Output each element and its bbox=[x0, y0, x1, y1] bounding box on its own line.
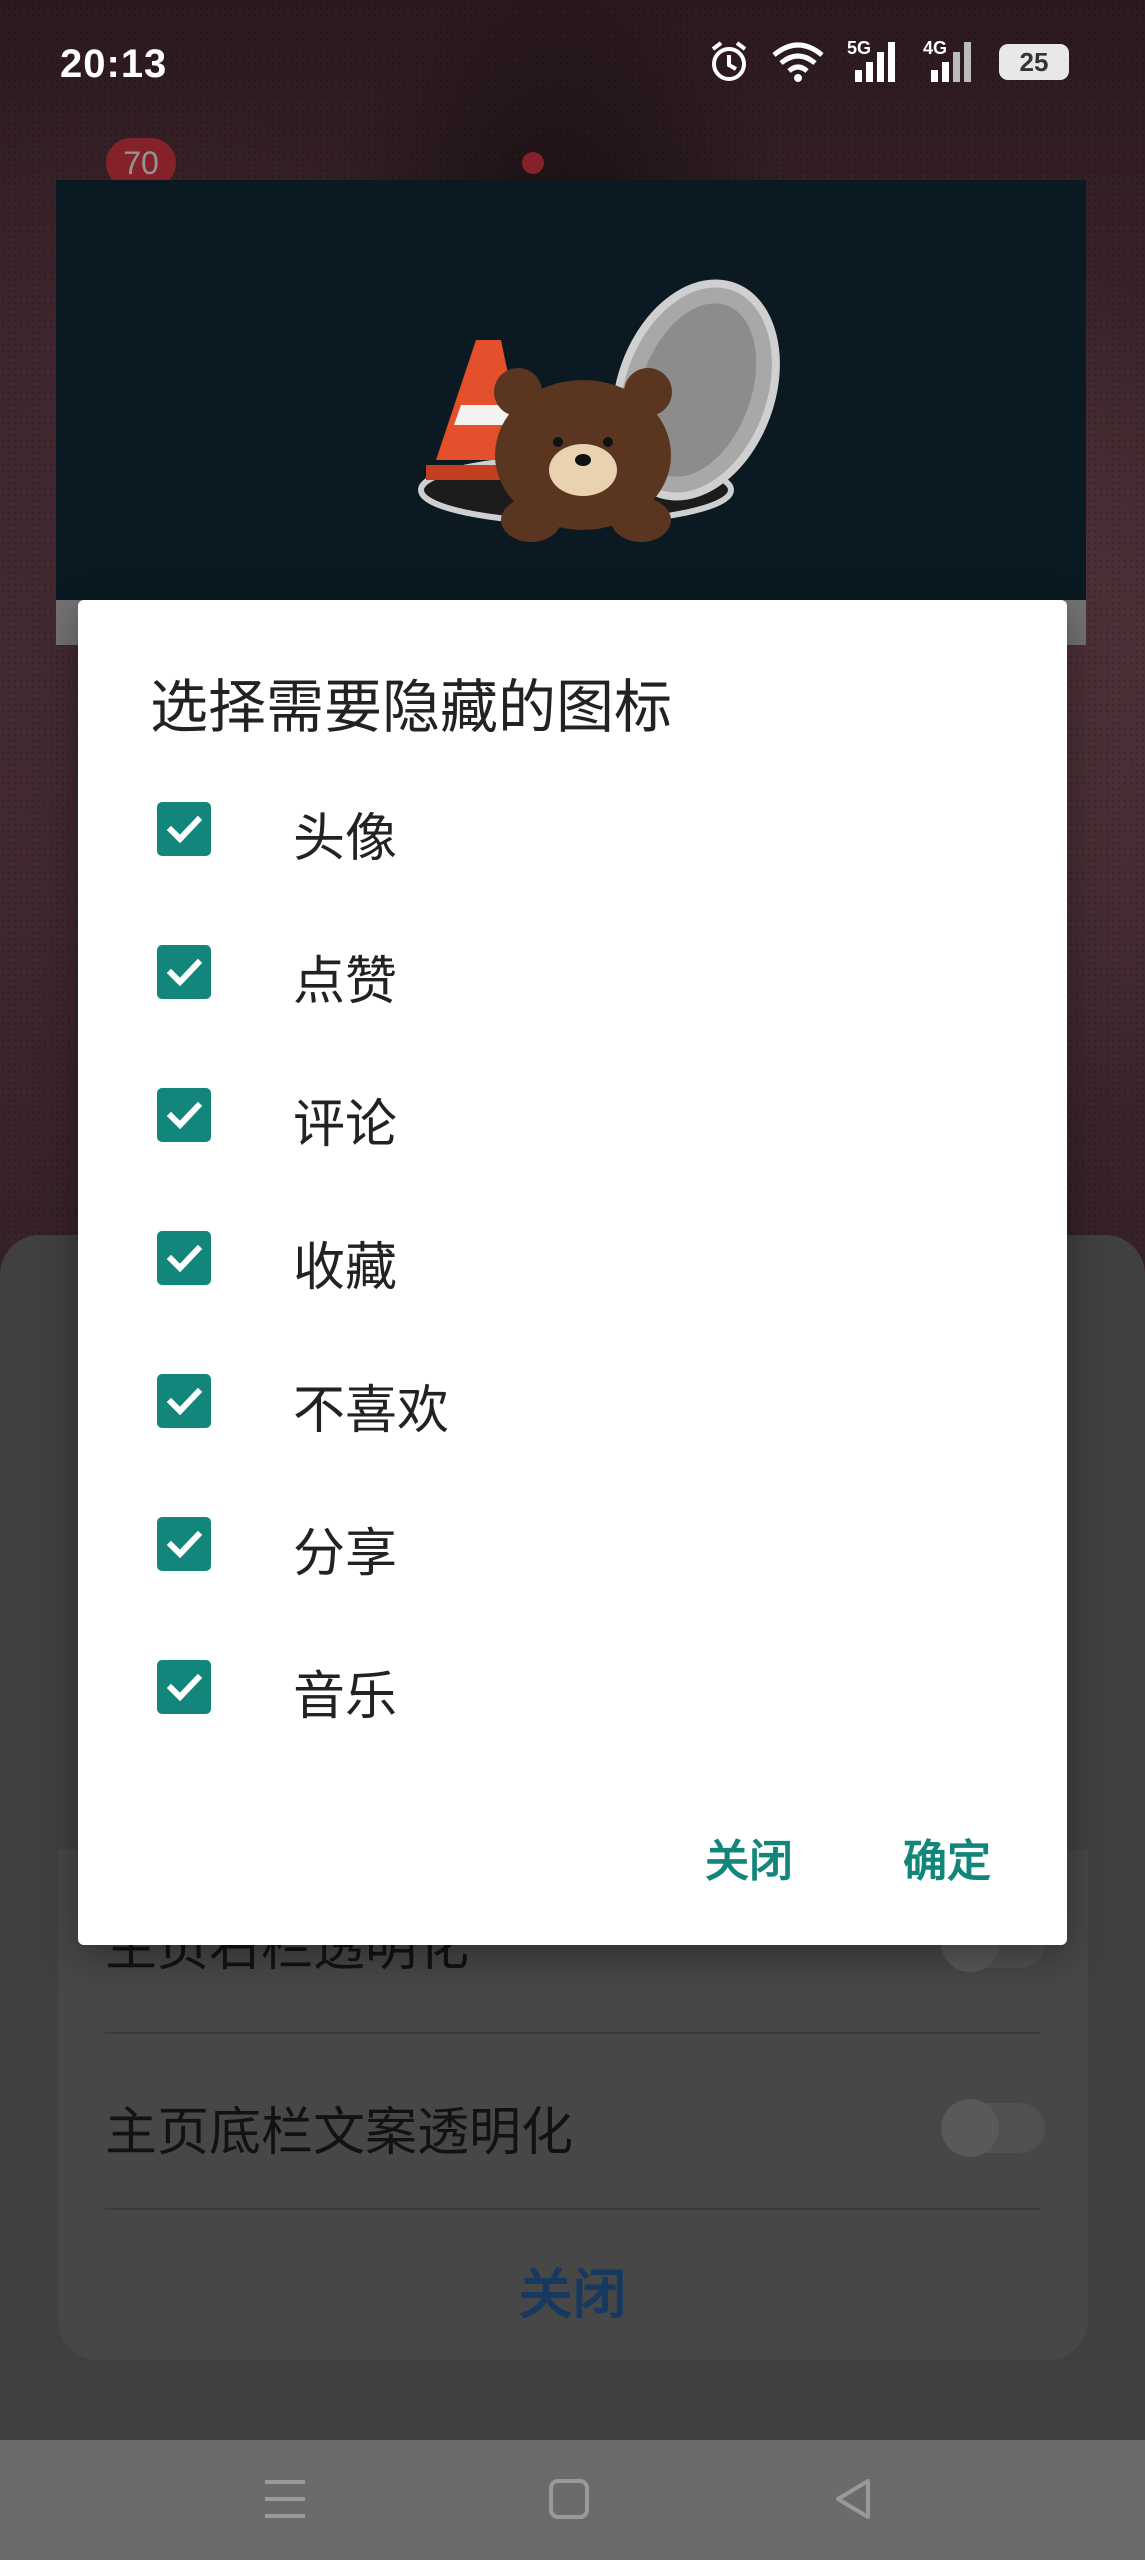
checkmark-icon bbox=[166, 1387, 203, 1416]
checkmark-icon bbox=[166, 1673, 203, 1702]
status-icons: 5G 4G 25 bbox=[709, 38, 1069, 84]
checkbox-option[interactable]: 点赞 bbox=[78, 901, 1067, 1044]
option-label: 分享 bbox=[293, 1524, 398, 1584]
checkbox[interactable] bbox=[157, 945, 211, 999]
status-time: 20:13 bbox=[60, 42, 168, 86]
signal-icon: 4G bbox=[923, 38, 977, 84]
battery-icon: 25 bbox=[999, 44, 1069, 80]
checkbox-option[interactable]: 音乐 bbox=[78, 1616, 1067, 1759]
network-type-label: 4G bbox=[923, 38, 948, 58]
dialog-actions: 关闭 确定 bbox=[705, 1825, 991, 1889]
checkbox[interactable] bbox=[157, 1660, 211, 1714]
checkbox-option[interactable]: 不喜欢 bbox=[78, 1330, 1067, 1473]
navigation-bar bbox=[0, 2440, 1145, 2560]
checkbox[interactable] bbox=[157, 1088, 211, 1142]
checkbox[interactable] bbox=[157, 802, 211, 856]
checkmark-icon bbox=[166, 1101, 203, 1130]
menu-icon[interactable] bbox=[262, 2478, 308, 2524]
dialog-title: 选择需要隐藏的图标 bbox=[150, 673, 673, 741]
checkmark-icon bbox=[166, 815, 203, 844]
option-label: 头像 bbox=[293, 809, 398, 869]
checkmark-icon bbox=[166, 958, 203, 987]
checkbox-option[interactable]: 评论 bbox=[78, 1044, 1067, 1187]
checkbox-option[interactable]: 收藏 bbox=[78, 1187, 1067, 1330]
wifi-icon bbox=[771, 42, 825, 82]
checkbox[interactable] bbox=[157, 1231, 211, 1285]
checkbox[interactable] bbox=[157, 1517, 211, 1571]
back-icon[interactable] bbox=[832, 2478, 874, 2524]
checkbox[interactable] bbox=[157, 1374, 211, 1428]
option-label: 点赞 bbox=[293, 952, 398, 1012]
option-label: 不喜欢 bbox=[293, 1381, 450, 1441]
option-label: 收藏 bbox=[293, 1238, 398, 1298]
alarm-icon bbox=[709, 40, 749, 84]
dialog-close-button[interactable]: 关闭 bbox=[705, 1825, 793, 1889]
status-bar: 20:13 5G 4G 25 bbox=[0, 0, 1145, 140]
checkmark-icon bbox=[166, 1244, 203, 1273]
bear-manhole-illustration bbox=[418, 279, 780, 542]
checkbox-option[interactable]: 头像 bbox=[78, 758, 1067, 901]
home-icon[interactable] bbox=[548, 2478, 590, 2524]
option-label: 评论 bbox=[293, 1095, 398, 1155]
dialog-confirm-button[interactable]: 确定 bbox=[903, 1825, 991, 1889]
illustration-card bbox=[56, 180, 1086, 645]
checkmark-icon bbox=[166, 1530, 203, 1559]
option-label: 音乐 bbox=[293, 1667, 398, 1727]
signal-icon: 5G bbox=[847, 38, 901, 84]
checkbox-option[interactable]: 分享 bbox=[78, 1473, 1067, 1616]
network-type-label: 5G bbox=[847, 38, 872, 58]
